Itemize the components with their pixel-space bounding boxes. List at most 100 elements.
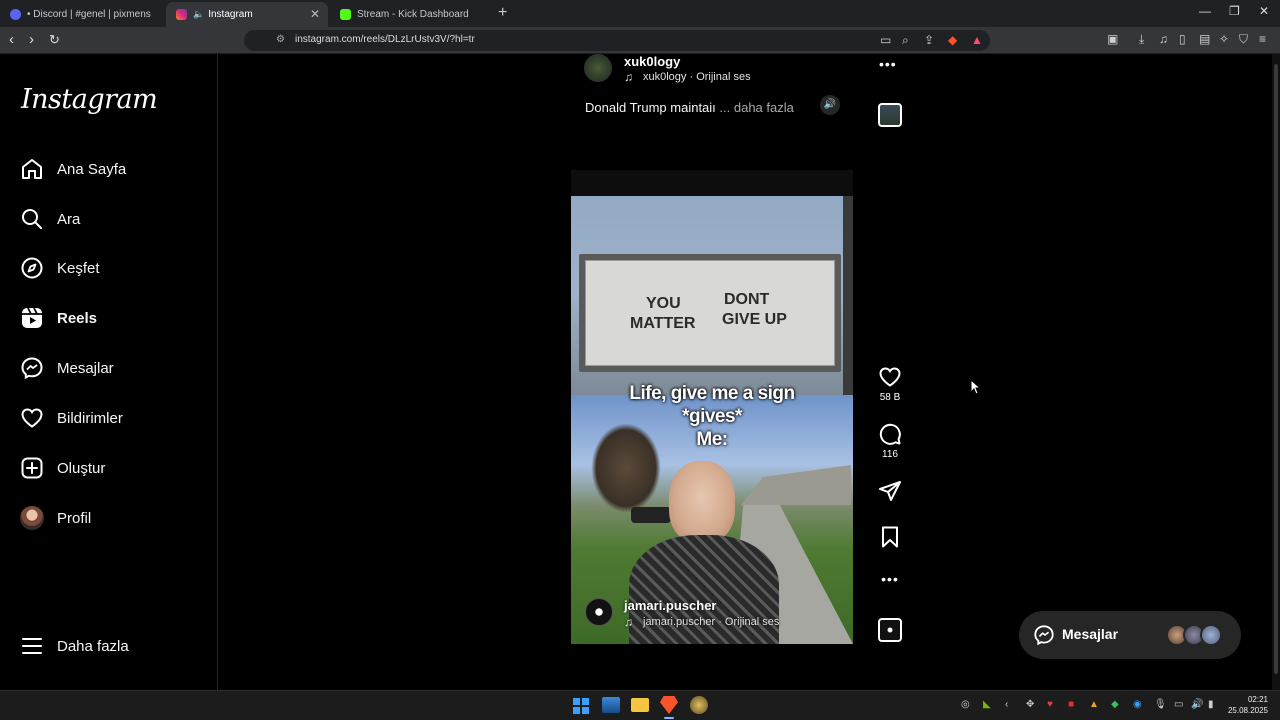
microphone-icon[interactable]: 🎙 (1154, 699, 1167, 710)
sidebar-item-label: Mesajlar (57, 359, 114, 377)
share-icon[interactable]: ⇪ (924, 33, 934, 47)
zoom-icon[interactable]: ⌕ (902, 33, 909, 48)
volume-icon[interactable]: 🔊 (1191, 699, 1203, 710)
address-toolbar: ‹ › ↻ ☐ ⚙ instagram.com/reels/DLzLrUstv3… (0, 27, 1280, 54)
page-scrollbar[interactable] (1272, 54, 1280, 690)
like-count: 58 B (879, 392, 901, 403)
comment-action[interactable]: 116 (877, 422, 903, 460)
heart-icon[interactable] (878, 365, 902, 389)
url-text[interactable]: instagram.com/reels/DLzLrUstv3V/?hl=tr (295, 34, 475, 45)
tray-icon[interactable]: ◎ (961, 699, 970, 710)
sidebar-item-home[interactable]: Ana Sayfa (20, 154, 126, 184)
maximize-button[interactable]: ❐ (1229, 4, 1240, 18)
plus-square-icon (21, 457, 43, 479)
leo-ai-icon[interactable]: ✧ (1219, 32, 1229, 46)
close-tab-icon[interactable]: ✕ (310, 7, 320, 21)
tray-icon[interactable]: ◉ (1133, 699, 1142, 710)
bookmark-icon[interactable] (878, 525, 902, 549)
audio-thumbnail[interactable] (878, 618, 902, 642)
sidebar-item-explore[interactable]: Keşfet (20, 253, 100, 283)
person-face (669, 461, 735, 543)
brave-shields-icon[interactable]: ◆ (948, 33, 957, 47)
instagram-sidebar: Instagram Ana Sayfa Ara Keşfet Reels Mes… (0, 54, 218, 690)
prev-author-avatar[interactable] (584, 54, 612, 82)
prev-audio-line[interactable]: ♫ xuk0logy · Orijinal ses (624, 70, 751, 84)
wallet-icon[interactable]: ▤ (1199, 32, 1210, 46)
url-bar[interactable]: ⚙ instagram.com/reels/DLzLrUstv3V/?hl=tr… (244, 30, 990, 51)
sidebar-item-label: Profil (57, 509, 92, 527)
compass-icon (21, 257, 43, 279)
sign-frame: YOU DONT MATTER GIVE UP (579, 254, 841, 372)
nvidia-icon[interactable]: ◣ (983, 699, 991, 710)
reel-video[interactable]: YOU DONT MATTER GIVE UP Life, give me a … (571, 170, 853, 644)
close-window-button[interactable]: ✕ (1259, 4, 1269, 18)
back-button[interactable]: ‹ (9, 31, 14, 48)
tray-icon[interactable]: ▲ (1089, 699, 1099, 710)
prev-caption[interactable]: Donald Trump maintaiı ... daha fazla (585, 100, 794, 115)
tab-label: Stream - Kick Dashboard (357, 9, 469, 20)
sidebar-panel-icon[interactable]: ▣ (1107, 32, 1118, 46)
sign-text: MATTER (630, 315, 696, 332)
messages-popup[interactable]: Mesajlar (1019, 611, 1241, 659)
brave-rewards-icon[interactable]: ▲ (971, 33, 983, 47)
battery-icon[interactable]: ▮ (1208, 699, 1214, 710)
overlay-line: Life, give me a sign (629, 383, 795, 404)
sidebar-item-more[interactable]: Daha fazla (20, 631, 129, 661)
reel-author-avatar[interactable] (585, 598, 613, 626)
prev-audio-thumbnail[interactable] (878, 103, 902, 127)
sidebar-item-profile[interactable]: Profil (20, 503, 91, 533)
media-icon[interactable]: ♫ (1159, 32, 1168, 46)
instagram-logo[interactable]: Instagram (21, 84, 158, 115)
new-tab-button[interactable]: + (498, 4, 507, 22)
windows-start-icon[interactable] (573, 698, 589, 714)
tab-discord[interactable]: • Discord | #genel | pixmens (0, 2, 165, 27)
sidebar-item-reels[interactable]: Reels (20, 303, 97, 333)
minimize-button[interactable]: — (1199, 4, 1211, 18)
tray-icon[interactable]: ‹ (1005, 699, 1008, 710)
reel-author-name[interactable]: jamari.puscher (624, 598, 717, 613)
sign-post (843, 196, 853, 396)
reload-button[interactable]: ↻ (49, 32, 60, 48)
share-action[interactable] (877, 479, 903, 503)
clock-time[interactable]: 02:21 (1248, 695, 1268, 704)
send-icon[interactable] (878, 479, 902, 503)
clock-date[interactable]: 25.08.2025 (1228, 706, 1268, 715)
widgets-icon[interactable] (602, 697, 620, 713)
site-info-icon[interactable]: ⚙ (276, 34, 285, 45)
sidebar-item-search[interactable]: Ara (20, 204, 80, 234)
save-action[interactable] (877, 525, 903, 549)
reel-audio-line[interactable]: ♫ jamari.puscher · Orijinal ses (624, 615, 779, 629)
menu-icon[interactable]: ≡ (1259, 32, 1266, 46)
more-options-icon[interactable]: ••• (877, 571, 903, 587)
tray-icon[interactable]: ■ (1068, 699, 1074, 710)
sidebar-item-notifications[interactable]: Bildirimler (20, 403, 123, 433)
brave-browser-icon[interactable] (660, 696, 678, 714)
file-explorer-icon[interactable] (631, 698, 649, 712)
prev-caption-more[interactable]: ... daha fazla (719, 100, 793, 115)
comment-icon[interactable] (878, 422, 902, 446)
sidebar-toggle-icon[interactable]: ▯ (1179, 32, 1186, 46)
tray-icon[interactable]: ✥ (1026, 699, 1034, 710)
sidebar-item-messages[interactable]: Mesajlar (20, 353, 114, 383)
letterbox-top-bar (571, 170, 853, 196)
tab-kick[interactable]: Stream - Kick Dashboard (330, 2, 492, 27)
prev-more-options-icon[interactable]: ••• (879, 56, 897, 72)
sidebar-item-create[interactable]: Oluştur (20, 453, 105, 483)
network-icon[interactable]: ▭ (1174, 699, 1183, 710)
tray-icon[interactable]: ♥ (1047, 699, 1053, 710)
cast-icon[interactable]: ▭ (880, 33, 891, 47)
messages-popup-label: Mesajlar (1062, 626, 1119, 642)
tab-instagram[interactable]: 🔈 Instagram ✕ (166, 2, 328, 27)
prev-mute-button[interactable]: 🔊 (820, 95, 840, 115)
like-action[interactable]: 58 B (877, 365, 903, 403)
reels-icon (22, 307, 42, 328)
download-icon[interactable]: ⤓ (1139, 32, 1144, 47)
vpn-icon[interactable]: ⛉ (1239, 32, 1248, 47)
tray-icon[interactable]: ◆ (1111, 699, 1119, 710)
prev-caption-text: Donald Trump maintaiı (585, 100, 716, 115)
scrollbar-thumb[interactable] (1274, 64, 1278, 674)
prev-author-name[interactable]: xuk0logy (624, 54, 680, 69)
sidebar-item-label: Bildirimler (57, 409, 123, 427)
forward-button[interactable]: › (29, 31, 34, 48)
app-icon[interactable] (690, 696, 708, 714)
